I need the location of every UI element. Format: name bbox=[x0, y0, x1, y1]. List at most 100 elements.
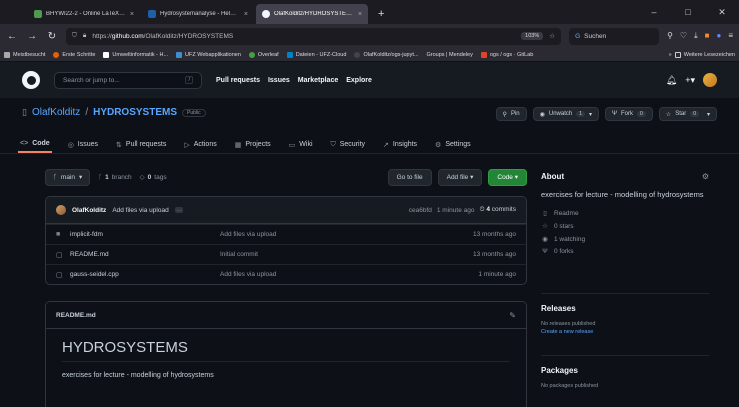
user-avatar[interactable] bbox=[703, 73, 717, 87]
browser-tab-latex[interactable]: BHYWI22-2 - Online LaTeX Edit × bbox=[28, 4, 140, 24]
github-header-actions: 🔔︎ +▾ bbox=[666, 73, 717, 87]
minimize-icon[interactable]: – bbox=[637, 7, 671, 17]
commits-link[interactable]: ⏲ 4 commits bbox=[479, 206, 516, 214]
tab-pull-requests[interactable]: ⇅ Pull requests bbox=[114, 136, 168, 153]
extension-icon[interactable]: ⚲ bbox=[667, 31, 673, 41]
file-name[interactable]: gauss-seidel.cpp bbox=[70, 271, 220, 278]
commit-author[interactable]: OlafKolditz bbox=[72, 207, 106, 214]
chevron-down-icon[interactable]: ▾ bbox=[707, 111, 710, 118]
menu-icon[interactable]: ≡ bbox=[728, 31, 733, 41]
github-logo-icon[interactable] bbox=[22, 71, 40, 89]
table-row[interactable]: ▢ README.md Initial commit 13 months ago bbox=[46, 244, 526, 264]
overleaf-favicon-icon bbox=[34, 10, 42, 18]
browser-tab-hydrosystem[interactable]: Hydrosystemanalyse - Helmholt × bbox=[142, 4, 254, 24]
commit-author-avatar[interactable] bbox=[56, 205, 66, 215]
watching-link[interactable]: ◉ 1 watching bbox=[541, 235, 709, 244]
code-button[interactable]: Code ▾ bbox=[488, 168, 527, 186]
create-release-link[interactable]: Create a new release bbox=[541, 329, 709, 335]
fork-button[interactable]: Ψ Fork 0 bbox=[605, 107, 653, 121]
bookmark-item[interactable]: Overleaf bbox=[248, 51, 279, 58]
pocket-icon[interactable]: ♡ bbox=[680, 31, 687, 41]
file-commit-message[interactable]: Initial commit bbox=[220, 251, 473, 258]
close-tab-icon[interactable]: × bbox=[244, 11, 248, 18]
readme-filename[interactable]: README.md bbox=[56, 312, 96, 319]
forward-arrow-icon[interactable]: → bbox=[26, 31, 38, 42]
nav-explore[interactable]: Explore bbox=[346, 77, 372, 84]
commit-hash[interactable]: cea6bfd bbox=[409, 207, 432, 214]
readme-title: HYDROSYSTEMS bbox=[62, 339, 510, 362]
close-tab-icon[interactable]: × bbox=[358, 11, 362, 18]
bookmark-item[interactable]: Groups | Mendeley bbox=[426, 52, 472, 58]
file-commit-message[interactable]: Add files via upload bbox=[220, 271, 478, 278]
add-file-button[interactable]: Add file ▾ bbox=[437, 168, 483, 186]
file-commit-message[interactable]: Add files via upload bbox=[220, 231, 473, 238]
reload-icon[interactable]: ↻ bbox=[46, 31, 58, 42]
browser-search-box[interactable]: G Suchen bbox=[569, 27, 660, 45]
bookmark-item[interactable]: » Weitere Lesezeichen bbox=[669, 51, 735, 58]
nav-pull-requests[interactable]: Pull requests bbox=[216, 77, 260, 84]
bookmark-star-icon[interactable]: ☆ bbox=[549, 32, 555, 40]
github-favicon-icon bbox=[262, 10, 270, 18]
bookmark-item[interactable]: UFZ Webapplikationen bbox=[176, 51, 241, 58]
close-window-icon[interactable]: ✕ bbox=[705, 7, 739, 18]
tab-issues[interactable]: ◎ Issues bbox=[66, 136, 100, 153]
commit-expand-button[interactable]: ... bbox=[174, 207, 183, 213]
notification-bell-icon[interactable]: 🔔︎ bbox=[666, 75, 677, 86]
readme-text: exercises for lecture - modelling of hyd… bbox=[62, 372, 214, 379]
addon-icon[interactable]: ■ bbox=[705, 31, 710, 41]
github-search-input[interactable]: Search or jump to... / bbox=[54, 71, 202, 89]
close-tab-icon[interactable]: × bbox=[130, 11, 134, 18]
table-row[interactable]: ■ implicit-fdm Add files via upload 13 m… bbox=[46, 224, 526, 244]
unwatch-button[interactable]: ◉ Unwatch 1 ▾ bbox=[532, 107, 599, 121]
forks-link[interactable]: Ψ0 forks bbox=[541, 248, 709, 255]
maximize-icon[interactable]: □ bbox=[671, 7, 705, 17]
tab-actions[interactable]: ▷ Actions bbox=[182, 136, 218, 153]
file-name[interactable]: implicit-fdm bbox=[70, 231, 220, 238]
repo-separator: / bbox=[85, 107, 89, 118]
bookmark-item[interactable]: Meistbesucht bbox=[4, 51, 45, 58]
back-arrow-icon[interactable]: ← bbox=[6, 31, 18, 42]
tab-wiki[interactable]: ▭ Wiki bbox=[287, 136, 315, 153]
readme-link[interactable]: ▯ Readme bbox=[541, 209, 709, 218]
file-name[interactable]: README.md bbox=[70, 251, 220, 258]
bookmark-item[interactable]: Erste Schritte bbox=[53, 51, 95, 58]
visibility-badge: Public bbox=[182, 108, 206, 117]
nav-issues[interactable]: Issues bbox=[268, 77, 290, 84]
code-icon: <> bbox=[20, 140, 29, 147]
tags-link[interactable]: ◇ 0 tags bbox=[140, 173, 167, 182]
edit-pencil-icon[interactable]: ✎ bbox=[509, 311, 516, 320]
branch-select-button[interactable]: ᚴ main ▾ bbox=[45, 168, 91, 186]
gear-icon[interactable]: ⚙ bbox=[702, 172, 709, 181]
tab-settings[interactable]: ⚙ Settings bbox=[433, 136, 473, 153]
tab-code[interactable]: <> Code bbox=[18, 136, 52, 153]
bookmark-item[interactable]: OlafKolditz/ogs-jupyt... bbox=[354, 51, 418, 58]
tab-security[interactable]: ⛉ Security bbox=[329, 136, 368, 153]
bookmark-item[interactable]: Umweltinformatik - H... bbox=[103, 51, 168, 58]
downloads-icon[interactable]: ⤓ bbox=[694, 31, 698, 41]
releases-title[interactable]: Releases bbox=[541, 304, 709, 313]
bookmark-item[interactable]: Dateien - UFZ-Cloud bbox=[286, 51, 346, 58]
star-button[interactable]: ☆ Star 0 ▾ bbox=[658, 107, 717, 121]
browser-tab-github[interactable]: OlafKolditz/HYDROSYSTEMS × bbox=[256, 4, 368, 24]
zoom-level[interactable]: 103% bbox=[521, 32, 544, 40]
table-row[interactable]: ▢ gauss-seidel.cpp Add files via upload … bbox=[46, 264, 526, 284]
go-to-file-button[interactable]: Go to file bbox=[387, 168, 432, 186]
pin-button[interactable]: ⚲ Pin bbox=[495, 107, 527, 121]
nav-marketplace[interactable]: Marketplace bbox=[298, 77, 338, 84]
branches-link[interactable]: ᚴ 1 branch bbox=[98, 174, 131, 181]
repo-owner-link[interactable]: OlafKolditz bbox=[32, 107, 80, 118]
packages-title[interactable]: Packages bbox=[541, 366, 709, 375]
account-icon[interactable]: ● bbox=[716, 31, 721, 41]
fork-icon: Ψ bbox=[612, 111, 618, 117]
tab-insights[interactable]: ↗ Insights bbox=[381, 136, 419, 153]
tab-projects[interactable]: ▦ Projects bbox=[233, 136, 273, 153]
stars-link[interactable]: ☆ 0 stars bbox=[541, 222, 709, 231]
commit-message[interactable]: Add files via upload bbox=[112, 207, 168, 214]
bookmark-item[interactable]: ogs / ogs · GitLab bbox=[480, 51, 533, 58]
new-tab-button[interactable]: + bbox=[370, 4, 392, 24]
create-new-icon[interactable]: +▾ bbox=[685, 75, 695, 86]
readme-body: HYDROSYSTEMS exercises for lecture - mod… bbox=[46, 329, 526, 389]
about-header: About ⚙ bbox=[541, 166, 709, 186]
repo-name-link[interactable]: HYDROSYSTEMS bbox=[93, 107, 177, 118]
url-bar[interactable]: ⛉ 🔒︎ https://github.com/OlafKolditz/HYDR… bbox=[66, 27, 562, 45]
